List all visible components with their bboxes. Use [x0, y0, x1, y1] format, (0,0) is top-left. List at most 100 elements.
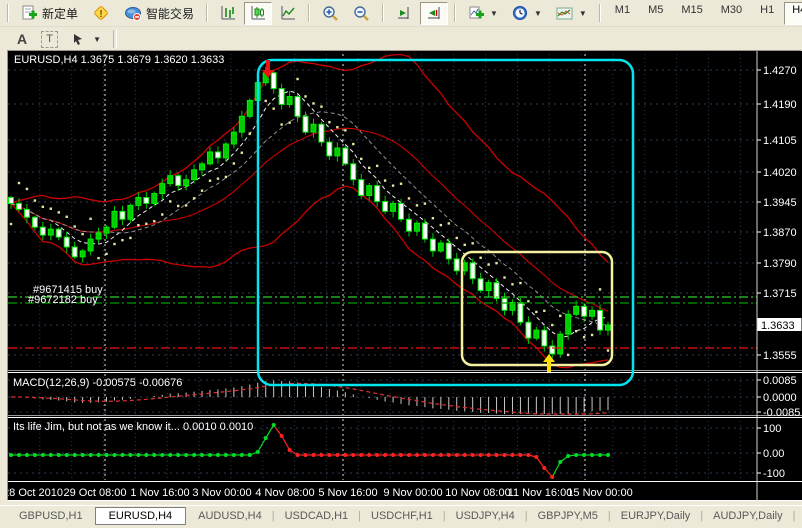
expert-advisors-label: 智能交易	[146, 5, 194, 22]
chart-tab-usdcad[interactable]: USDCAD,H1	[276, 508, 358, 524]
template-icon	[556, 6, 574, 21]
price-chart[interactable]: 1.4270 1.4190 1.4105 1.4020 1.3945 1.3870 1.37…	[8, 51, 802, 501]
toolbar-separator	[382, 4, 384, 22]
chart-tab-gbpusd[interactable]: GBPUSD,H1	[10, 508, 92, 524]
clock-icon	[512, 5, 529, 22]
svg-text:1.3945: 1.3945	[763, 197, 797, 209]
periods-button[interactable]: ▼	[506, 2, 548, 25]
svg-text:0.0000: 0.0000	[763, 392, 797, 404]
tab-separator: |	[608, 510, 611, 522]
tab-separator: |	[443, 510, 446, 522]
svg-text:4 Nov 08:00: 4 Nov 08:00	[255, 487, 314, 499]
toolbar-main: 新定单 ! 智能交易	[0, 0, 802, 27]
svg-text:0.00: 0.00	[763, 448, 784, 460]
tab-separator: |	[272, 510, 275, 522]
new-order-icon	[21, 5, 38, 22]
dropdown-caret-icon: ▼	[93, 35, 101, 44]
toolbar-separator	[454, 4, 456, 22]
arrows-tool-button[interactable]: ▼	[66, 28, 107, 51]
chart-tabs-bar: GBPUSD,H1EURUSD,H4AUDUSD,H4|USDCAD,H1|US…	[0, 505, 802, 526]
svg-text:10 Nov 08:00: 10 Nov 08:00	[445, 487, 510, 499]
toolbar-separator	[113, 30, 117, 48]
svg-text:1 Nov 16:00: 1 Nov 16:00	[130, 487, 189, 499]
tab-separator: |	[525, 510, 528, 522]
tab-separator: |	[793, 510, 796, 522]
svg-text:3 Nov 00:00: 3 Nov 00:00	[192, 487, 251, 499]
svg-text:5 Nov 16:00: 5 Nov 16:00	[318, 487, 377, 499]
auto-scroll-icon	[396, 5, 412, 21]
candlestick-icon	[250, 5, 266, 21]
text-tool-icon: A	[17, 31, 27, 47]
chart-tab-eurjpy[interactable]: EURJPY,Daily	[612, 508, 700, 524]
chart-tab-audjpy[interactable]: AUDJPY,Daily	[704, 508, 792, 524]
warning-icon: !	[92, 4, 110, 22]
zoom-in-icon	[322, 5, 339, 22]
svg-text:1.4020: 1.4020	[763, 167, 797, 179]
svg-text:-0.0085: -0.0085	[763, 407, 800, 419]
dropdown-caret-icon: ▼	[579, 9, 587, 18]
zoom-out-icon	[353, 5, 370, 22]
expert-advisor-icon	[124, 5, 142, 22]
tab-separator: |	[358, 510, 361, 522]
svg-text:1.3790: 1.3790	[763, 258, 797, 270]
svg-text:1.3715: 1.3715	[763, 288, 797, 300]
svg-text:29 Oct 08:00: 29 Oct 08:00	[64, 487, 127, 499]
text-label-icon: T	[41, 31, 58, 48]
toolbar-drawing: A T ▼	[0, 27, 802, 51]
toolbar-separator	[599, 4, 601, 22]
svg-text:1.4105: 1.4105	[763, 135, 797, 147]
timeframe-group: M1M5M15M30H1H4D1W1MN	[606, 2, 802, 25]
timeframe-button-h4[interactable]: H4	[784, 2, 802, 25]
mt4-window: { "colors":{ "toolbar_bg":"#ece9d8","cha…	[0, 0, 802, 528]
svg-text:1.3870: 1.3870	[763, 227, 797, 239]
new-order-label: 新定单	[42, 5, 78, 22]
svg-text:!: !	[99, 9, 102, 20]
candlestick-mode-button[interactable]	[244, 2, 272, 25]
alert-button[interactable]: !	[86, 2, 116, 25]
chart-tab-eurusi[interactable]: EURUSI	[797, 508, 802, 524]
new-order-button[interactable]: 新定单	[15, 2, 84, 25]
expert-advisors-button[interactable]: 智能交易	[118, 2, 200, 25]
timeframe-button-m1[interactable]: M1	[607, 2, 638, 25]
toolbar-separator	[206, 4, 208, 22]
add-indicator-icon	[468, 5, 485, 21]
auto-scroll-button[interactable]	[390, 2, 418, 25]
chart-tab-usdchf[interactable]: USDCHF,H1	[362, 508, 442, 524]
dropdown-caret-icon: ▼	[534, 9, 542, 18]
chart-tab-gbpjpy[interactable]: GBPJPY,M5	[529, 508, 607, 524]
svg-text:1.4190: 1.4190	[763, 99, 797, 111]
svg-text:0.0085: 0.0085	[763, 375, 797, 387]
svg-text:9 Nov 00:00: 9 Nov 00:00	[383, 487, 442, 499]
line-chart-icon	[280, 5, 296, 21]
chart-shift-button[interactable]	[420, 2, 448, 25]
zoom-out-button[interactable]	[347, 2, 376, 25]
chart-tab-audusd[interactable]: AUDUSD,H4	[189, 508, 271, 524]
timeframe-button-m15[interactable]: M15	[673, 2, 710, 25]
indicators-button[interactable]: ▼	[462, 2, 504, 25]
arrow-tool-icon	[72, 32, 88, 46]
dropdown-caret-icon: ▼	[490, 9, 498, 18]
timeframe-button-h1[interactable]: H1	[752, 2, 782, 25]
chart-shift-icon	[426, 5, 442, 21]
toolbar-separator	[308, 4, 310, 22]
svg-text:15 Nov 00:00: 15 Nov 00:00	[567, 487, 632, 499]
chart-tab-usdjpy[interactable]: USDJPY,H4	[447, 508, 524, 524]
templates-button[interactable]: ▼	[550, 2, 593, 25]
tab-separator: |	[700, 510, 703, 522]
bar-chart-icon	[220, 5, 236, 21]
svg-text:1.3633: 1.3633	[761, 320, 795, 332]
svg-text:-100: -100	[763, 468, 785, 480]
chart-window[interactable]: 1.4270 1.4190 1.4105 1.4020 1.3945 1.3870 1.37…	[8, 51, 802, 501]
svg-text:28 Oct 2010: 28 Oct 2010	[8, 487, 63, 499]
text-label-tool-button[interactable]: T	[35, 28, 64, 51]
text-tool-button[interactable]: A	[11, 28, 33, 51]
timeframe-button-m5[interactable]: M5	[640, 2, 671, 25]
svg-text:100: 100	[763, 423, 781, 435]
svg-text:11 Nov 16:00: 11 Nov 16:00	[508, 487, 573, 499]
line-chart-mode-button[interactable]	[274, 2, 302, 25]
bar-chart-mode-button[interactable]	[214, 2, 242, 25]
chart-tab-eurusd[interactable]: EURUSD,H4	[95, 507, 187, 525]
zoom-in-button[interactable]	[316, 2, 345, 25]
timeframe-button-m30[interactable]: M30	[713, 2, 750, 25]
svg-text:1.4270: 1.4270	[763, 65, 797, 77]
